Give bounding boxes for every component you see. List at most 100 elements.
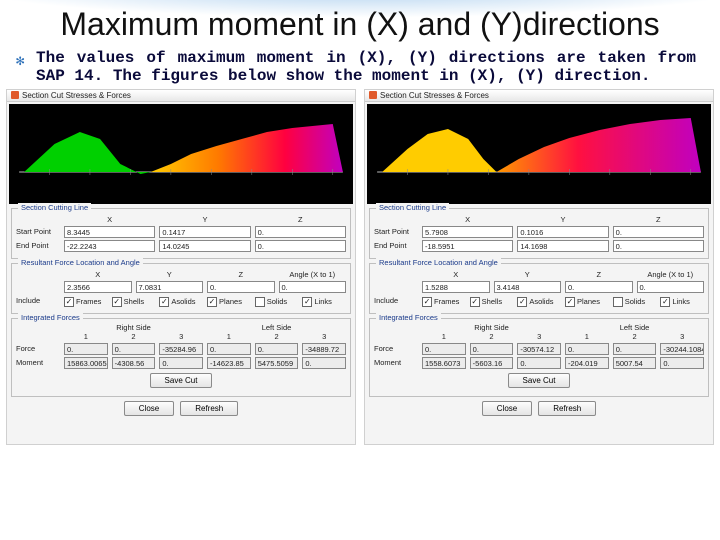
chk-asolids[interactable]: ✓Asolids (517, 297, 561, 307)
moment-2: -4308.56 (112, 357, 156, 369)
start-y-field[interactable]: 0.1417 (159, 226, 250, 238)
res-y-field[interactable]: 7.0831 (136, 281, 204, 293)
hdr-right: Right Side (64, 323, 203, 332)
col-x: X (422, 270, 490, 279)
end-x-field[interactable]: -18.5951 (422, 240, 513, 252)
chk-frames[interactable]: ✓Frames (64, 297, 108, 307)
col-z: Z (613, 215, 704, 224)
moment-4: -14623.85 (207, 357, 251, 369)
res-angle-field[interactable]: 0. (279, 281, 347, 293)
res-z-field[interactable]: 0. (207, 281, 275, 293)
end-y-field[interactable]: 14.0245 (159, 240, 250, 252)
s5: 2 (255, 332, 299, 341)
app-icon (11, 91, 19, 99)
chk-label: Links (314, 297, 332, 306)
res-z-field[interactable]: 0. (565, 281, 633, 293)
chk-shells[interactable]: ✓Shells (470, 297, 514, 307)
moment-4: -204.019 (565, 357, 609, 369)
res-angle-field[interactable]: 0. (637, 281, 705, 293)
refresh-button[interactable]: Refresh (180, 401, 238, 416)
moment-2: -5603.16 (470, 357, 514, 369)
res-x-field[interactable]: 1.5288 (422, 281, 490, 293)
window-titlebar: Section Cut Stresses & Forces (365, 90, 713, 102)
end-point-label: End Point (374, 241, 418, 250)
chk-label: Frames (434, 297, 459, 306)
force-3: -35284.96 (159, 343, 203, 355)
s1: 1 (422, 332, 466, 341)
start-point-label: Start Point (16, 227, 60, 236)
force-1: 0. (422, 343, 466, 355)
sub-headers: 1 2 3 1 2 3 (64, 332, 346, 341)
s5: 2 (613, 332, 657, 341)
force-2: 0. (112, 343, 156, 355)
start-z-field[interactable]: 0. (613, 226, 704, 238)
chk-planes[interactable]: ✓Planes (565, 297, 609, 307)
sub-headers: 1 2 3 1 2 3 (422, 332, 704, 341)
col-y: Y (517, 215, 608, 224)
slide-body: ✻ The values of maximum moment in (X), (… (0, 43, 720, 85)
sap-window-left: Section Cut Stresses & Forces (6, 89, 356, 445)
chk-planes[interactable]: ✓Planes (207, 297, 251, 307)
window-titlebar: Section Cut Stresses & Forces (7, 90, 355, 102)
s6: 3 (660, 332, 704, 341)
col-headers: X Y Z Angle (X to 1) (64, 270, 346, 279)
end-x-field[interactable]: -22.2243 (64, 240, 155, 252)
s4: 1 (565, 332, 609, 341)
col-angle: Angle (X to 1) (279, 270, 347, 279)
group-label: Section Cutting Line (376, 203, 449, 212)
window-title-text: Section Cut Stresses & Forces (22, 91, 131, 100)
group-label: Resultant Force Location and Angle (18, 258, 143, 267)
s2: 2 (112, 332, 156, 341)
moment-6: 0. (302, 357, 346, 369)
save-cut-button[interactable]: Save Cut (508, 373, 571, 388)
end-z-field[interactable]: 0. (613, 240, 704, 252)
res-x-field[interactable]: 2.3566 (64, 281, 132, 293)
slide-title: Maximum moment in (X) and (Y)directions (0, 0, 720, 43)
refresh-button[interactable]: Refresh (538, 401, 596, 416)
moment-1: 15863.0065 (64, 357, 108, 369)
col-x: X (422, 215, 513, 224)
start-z-field[interactable]: 0. (255, 226, 346, 238)
end-point-label: End Point (16, 241, 60, 250)
chk-links[interactable]: ✓Links (302, 297, 346, 307)
integrated-forces-group: Integrated Forces Right Side Left Side 1… (11, 318, 351, 397)
end-y-field[interactable]: 14.1698 (517, 240, 608, 252)
start-x-field[interactable]: 8.3445 (64, 226, 155, 238)
group-label: Resultant Force Location and Angle (376, 258, 501, 267)
force-1: 0. (64, 343, 108, 355)
main-headers: Right Side Left Side (64, 323, 346, 332)
col-headers: X Y Z Angle (X to 1) (422, 270, 704, 279)
chk-label: Links (672, 297, 690, 306)
hdr-left: Left Side (207, 323, 346, 332)
force-5: 0. (613, 343, 657, 355)
start-x-field[interactable]: 5.7908 (422, 226, 513, 238)
moment-label: Moment (16, 358, 60, 367)
chk-frames[interactable]: ✓Frames (422, 297, 466, 307)
moment-plot-left (9, 104, 353, 204)
s6: 3 (302, 332, 346, 341)
chk-shells[interactable]: ✓Shells (112, 297, 156, 307)
end-z-field[interactable]: 0. (255, 240, 346, 252)
chk-asolids[interactable]: ✓Asolids (159, 297, 203, 307)
bullet-icon: ✻ (16, 53, 24, 70)
col-z: Z (255, 215, 346, 224)
s4: 1 (207, 332, 251, 341)
main-headers: Right Side Left Side (422, 323, 704, 332)
start-y-field[interactable]: 0.1016 (517, 226, 608, 238)
chk-label: Asolids (171, 297, 195, 306)
close-button[interactable]: Close (482, 401, 532, 416)
force-6: -34889.72 (302, 343, 346, 355)
save-cut-button[interactable]: Save Cut (150, 373, 213, 388)
moment-plot-right (367, 104, 711, 204)
col-x: X (64, 270, 132, 279)
chk-label: Solids (267, 297, 287, 306)
chk-links[interactable]: ✓Links (660, 297, 704, 307)
res-y-field[interactable]: 3.4148 (494, 281, 562, 293)
chk-solids[interactable]: Solids (613, 297, 657, 307)
force-4: 0. (207, 343, 251, 355)
s3: 3 (517, 332, 561, 341)
close-button[interactable]: Close (124, 401, 174, 416)
col-x: X (64, 215, 155, 224)
force-5: 0. (255, 343, 299, 355)
chk-solids[interactable]: Solids (255, 297, 299, 307)
